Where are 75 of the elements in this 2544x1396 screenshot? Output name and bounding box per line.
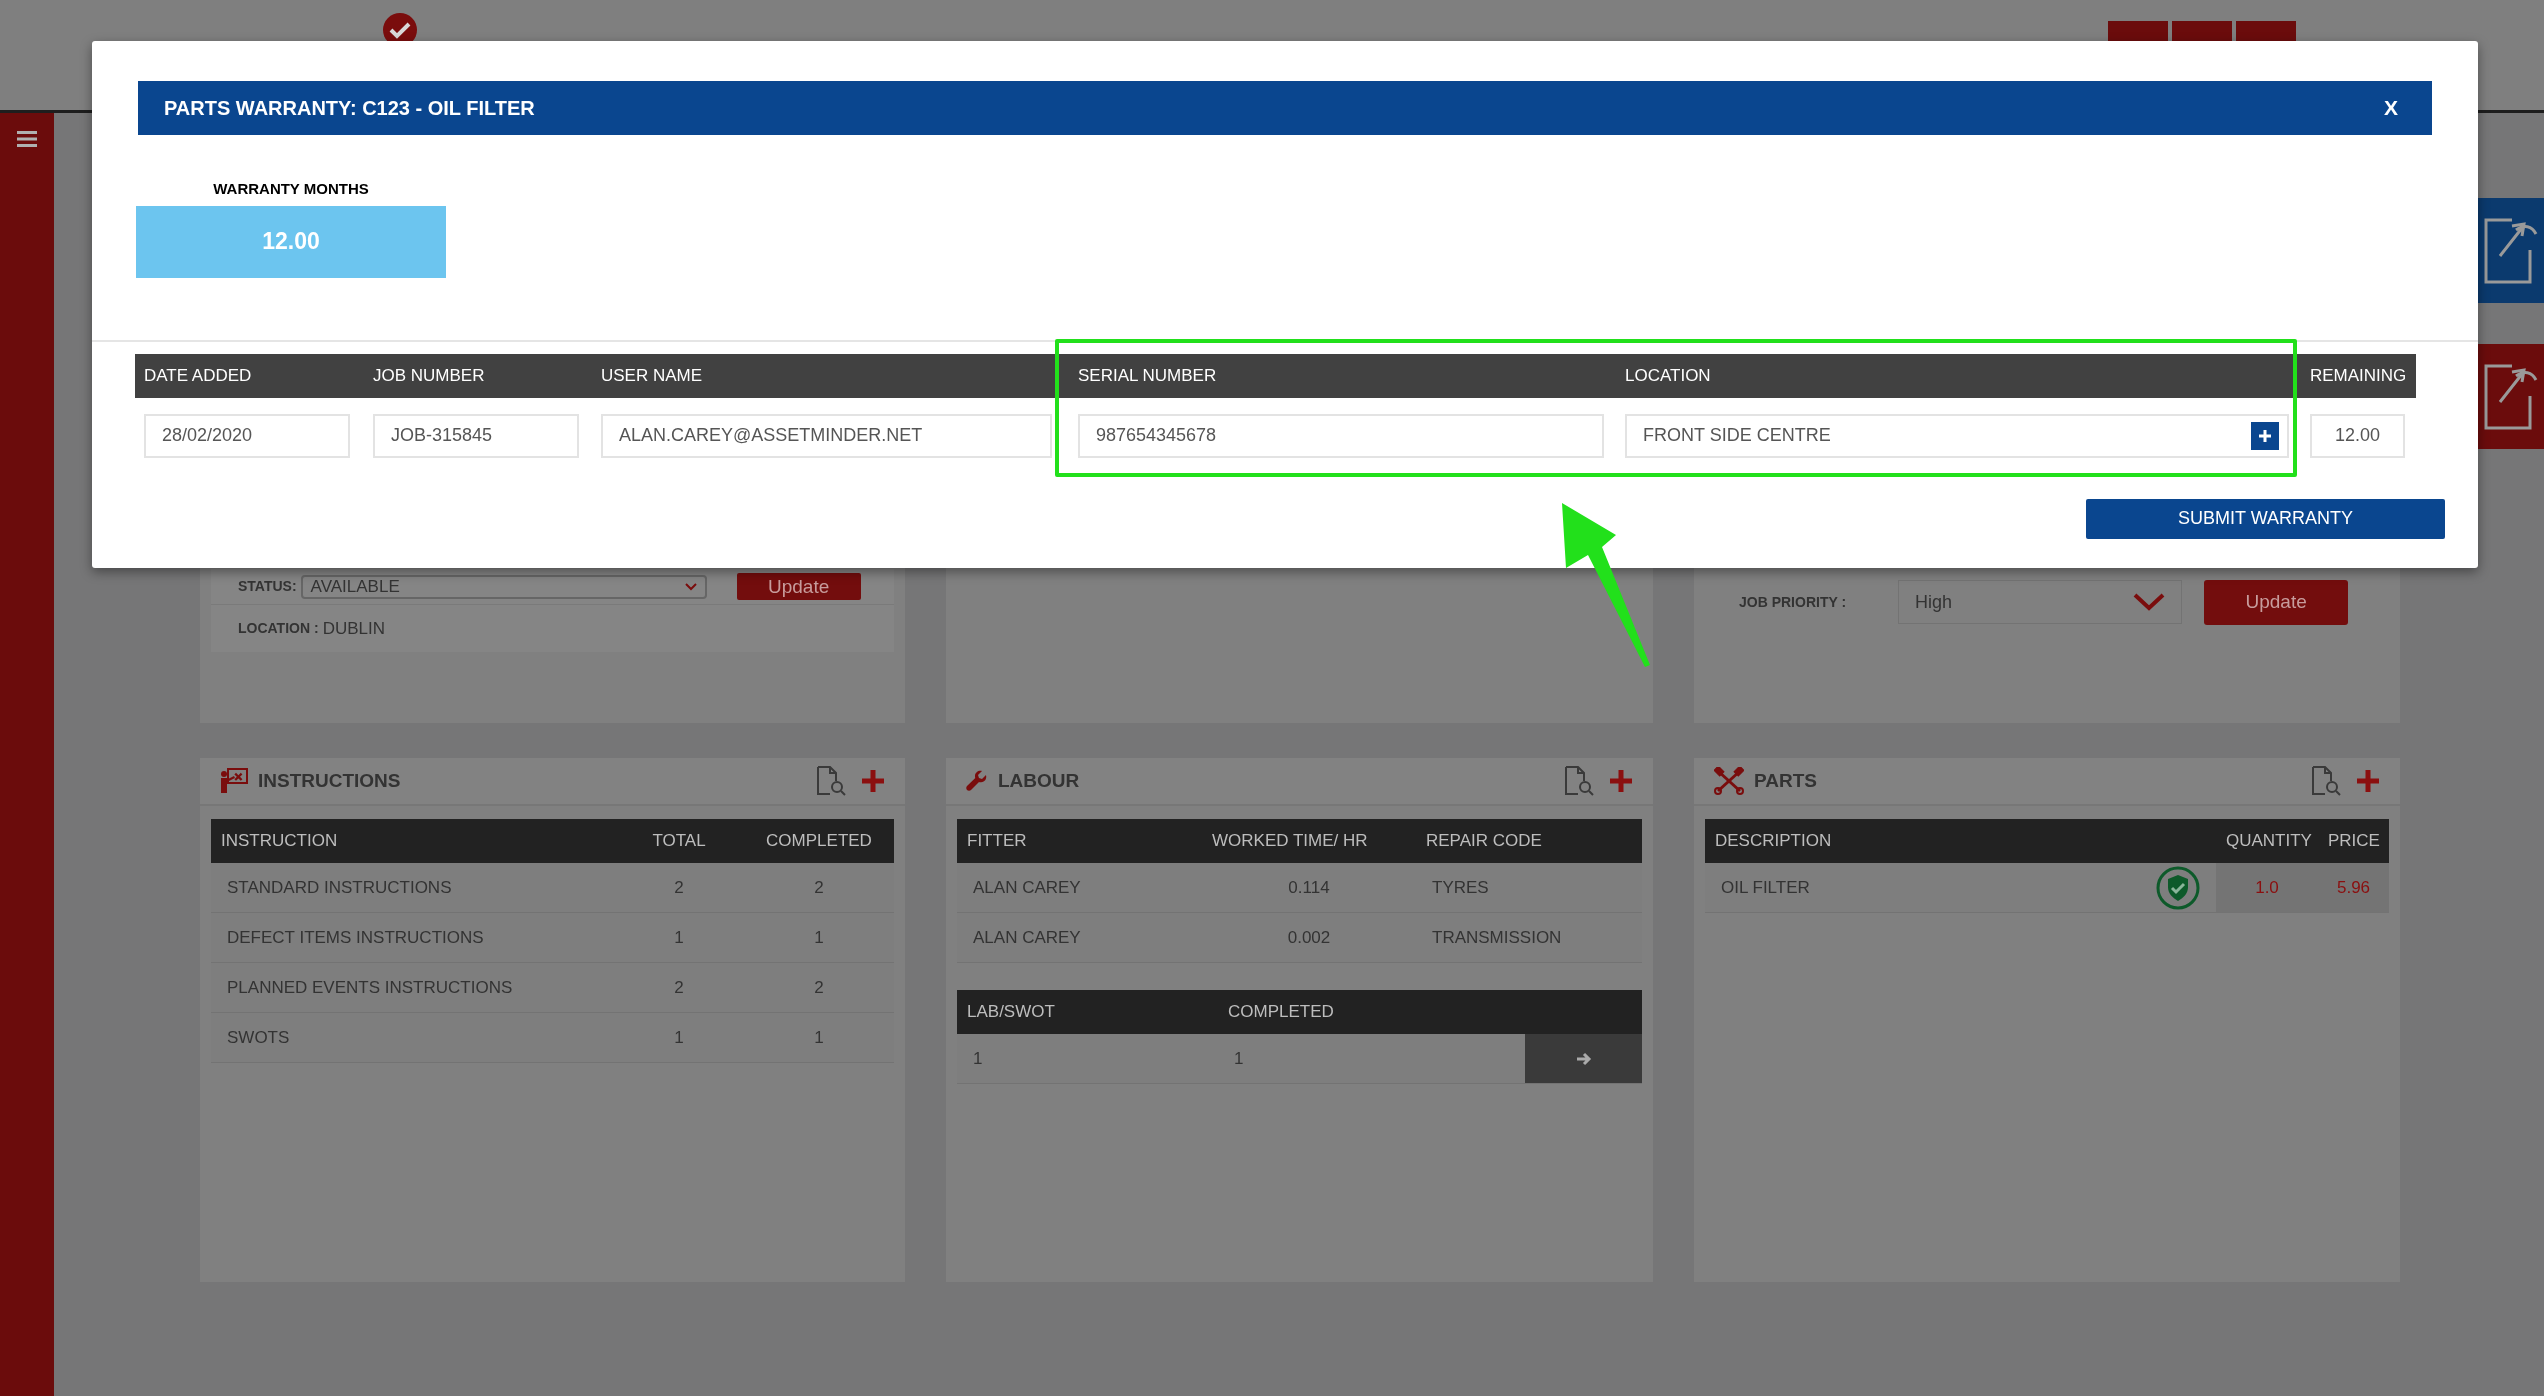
- table-cell-text: 0.114: [1288, 876, 1330, 899]
- text-field[interactable]: JOB-315845: [373, 413, 579, 458]
- column-header: DESCRIPTION: [1714, 830, 1833, 853]
- column-header: SERIAL NUMBER: [1078, 364, 1218, 387]
- table-cell-text: STANDARD INSTRUCTIONS: [227, 876, 452, 899]
- presentation-board-icon: [220, 768, 248, 794]
- arrow-right-icon: [1575, 1051, 1592, 1066]
- text-field[interactable]: 28/02/2020: [144, 413, 350, 458]
- column-header: LOCATION: [1625, 364, 1712, 387]
- column-header: PRICE: [2327, 830, 2381, 853]
- table-cell-text: SWOTS: [227, 1026, 290, 1049]
- chevron-down-icon: [684, 582, 697, 591]
- plus-icon[interactable]: [2356, 769, 2380, 793]
- table-cell-text: 2: [674, 976, 684, 999]
- document-search-icon[interactable]: [815, 766, 847, 796]
- column-header: COMPLETED: [765, 830, 873, 853]
- column-header: COMPLETED: [1227, 1001, 1335, 1024]
- table-cell-text: 2: [674, 876, 684, 899]
- warranty-months-value: 12.00: [136, 205, 446, 278]
- dialog-title: PARTS WARRANTY: C123 - OIL FILTER: [164, 96, 535, 121]
- location-field[interactable]: FRONT SIDE CENTRE: [1625, 413, 2289, 458]
- column-header: REPAIR CODE: [1425, 830, 1543, 853]
- panel-title: LABOUR: [998, 768, 1080, 793]
- column-header: WORKED TIME/ HR: [1211, 830, 1369, 853]
- column-header: INSTRUCTION: [220, 830, 339, 853]
- column-header: QUANTITY: [2225, 830, 2313, 853]
- table-cell-text: TRANSMISSION: [1432, 926, 1562, 949]
- table-cell-text: 1: [973, 1047, 983, 1070]
- wrench-icon: [966, 770, 988, 792]
- submit-warranty-button[interactable]: SUBMIT WARRANTY: [2086, 498, 2445, 539]
- table-cell-text: TYRES: [1432, 876, 1489, 899]
- plus-icon[interactable]: [861, 769, 885, 793]
- add-location-button[interactable]: [2251, 421, 2279, 450]
- text-field[interactable]: 987654345678: [1078, 413, 1604, 458]
- table-cell-text: 1: [814, 1026, 824, 1049]
- column-header: DATE ADDED: [144, 364, 253, 387]
- location-value: DUBLIN: [322, 617, 385, 640]
- text-field[interactable]: 12.00: [2310, 413, 2405, 458]
- table-cell-text: OIL FILTER: [1721, 876, 1810, 899]
- document-search-icon[interactable]: [2310, 766, 2342, 796]
- close-button[interactable]: X: [2384, 92, 2398, 124]
- status-label: STATUS:: [238, 577, 297, 596]
- column-header: REMAINING: [2310, 364, 2408, 387]
- table-cell-text: ALAN CAREY: [973, 876, 1081, 899]
- menu-icon[interactable]: [17, 131, 37, 147]
- update-button[interactable]: Update: [736, 573, 861, 600]
- panel-title: PARTS: [1754, 768, 1817, 793]
- column-header: JOB NUMBER: [373, 364, 486, 387]
- table-cell-text: 2: [814, 876, 824, 899]
- column-header: TOTAL: [651, 830, 707, 853]
- table-cell-text: 0.002: [1287, 926, 1331, 949]
- text-field[interactable]: ALAN.CAREY@ASSETMINDER.NET: [601, 413, 1052, 458]
- table-cell-text: PLANNED EVENTS INSTRUCTIONS: [227, 976, 513, 999]
- table-cell-text: 1.0: [2255, 876, 2279, 899]
- table-cell-text: 1: [814, 926, 824, 949]
- column-header: USER NAME: [601, 364, 704, 387]
- table-cell-text: 1: [1234, 1047, 1244, 1070]
- warranty-months-label: WARRANTY MONTHS: [213, 179, 369, 199]
- table-cell-text: 1: [674, 926, 684, 949]
- table-cell-text: DEFECT ITEMS INSTRUCTIONS: [227, 926, 484, 949]
- table-cell-text: ALAN CAREY: [973, 926, 1081, 949]
- update-button[interactable]: Update: [2204, 580, 2349, 625]
- table-cell-text: 5.96: [2336, 876, 2371, 899]
- document-search-icon[interactable]: [1563, 766, 1595, 796]
- table-cell-text: 2: [814, 976, 824, 999]
- chevron-down-icon: [2133, 593, 2166, 611]
- table-cell-text: 1: [674, 1026, 684, 1049]
- plus-icon: [2258, 428, 2272, 443]
- panel-title: INSTRUCTIONS: [258, 768, 401, 793]
- job-priority-label: JOB PRIORITY :: [1739, 593, 1847, 612]
- location-label: LOCATION :: [238, 619, 319, 638]
- column-header: LAB/SWOT: [966, 1001, 1056, 1024]
- crossed-hammers-icon: [1714, 767, 1744, 795]
- column-header: FITTER: [966, 830, 1028, 853]
- plus-icon[interactable]: [1609, 769, 1633, 793]
